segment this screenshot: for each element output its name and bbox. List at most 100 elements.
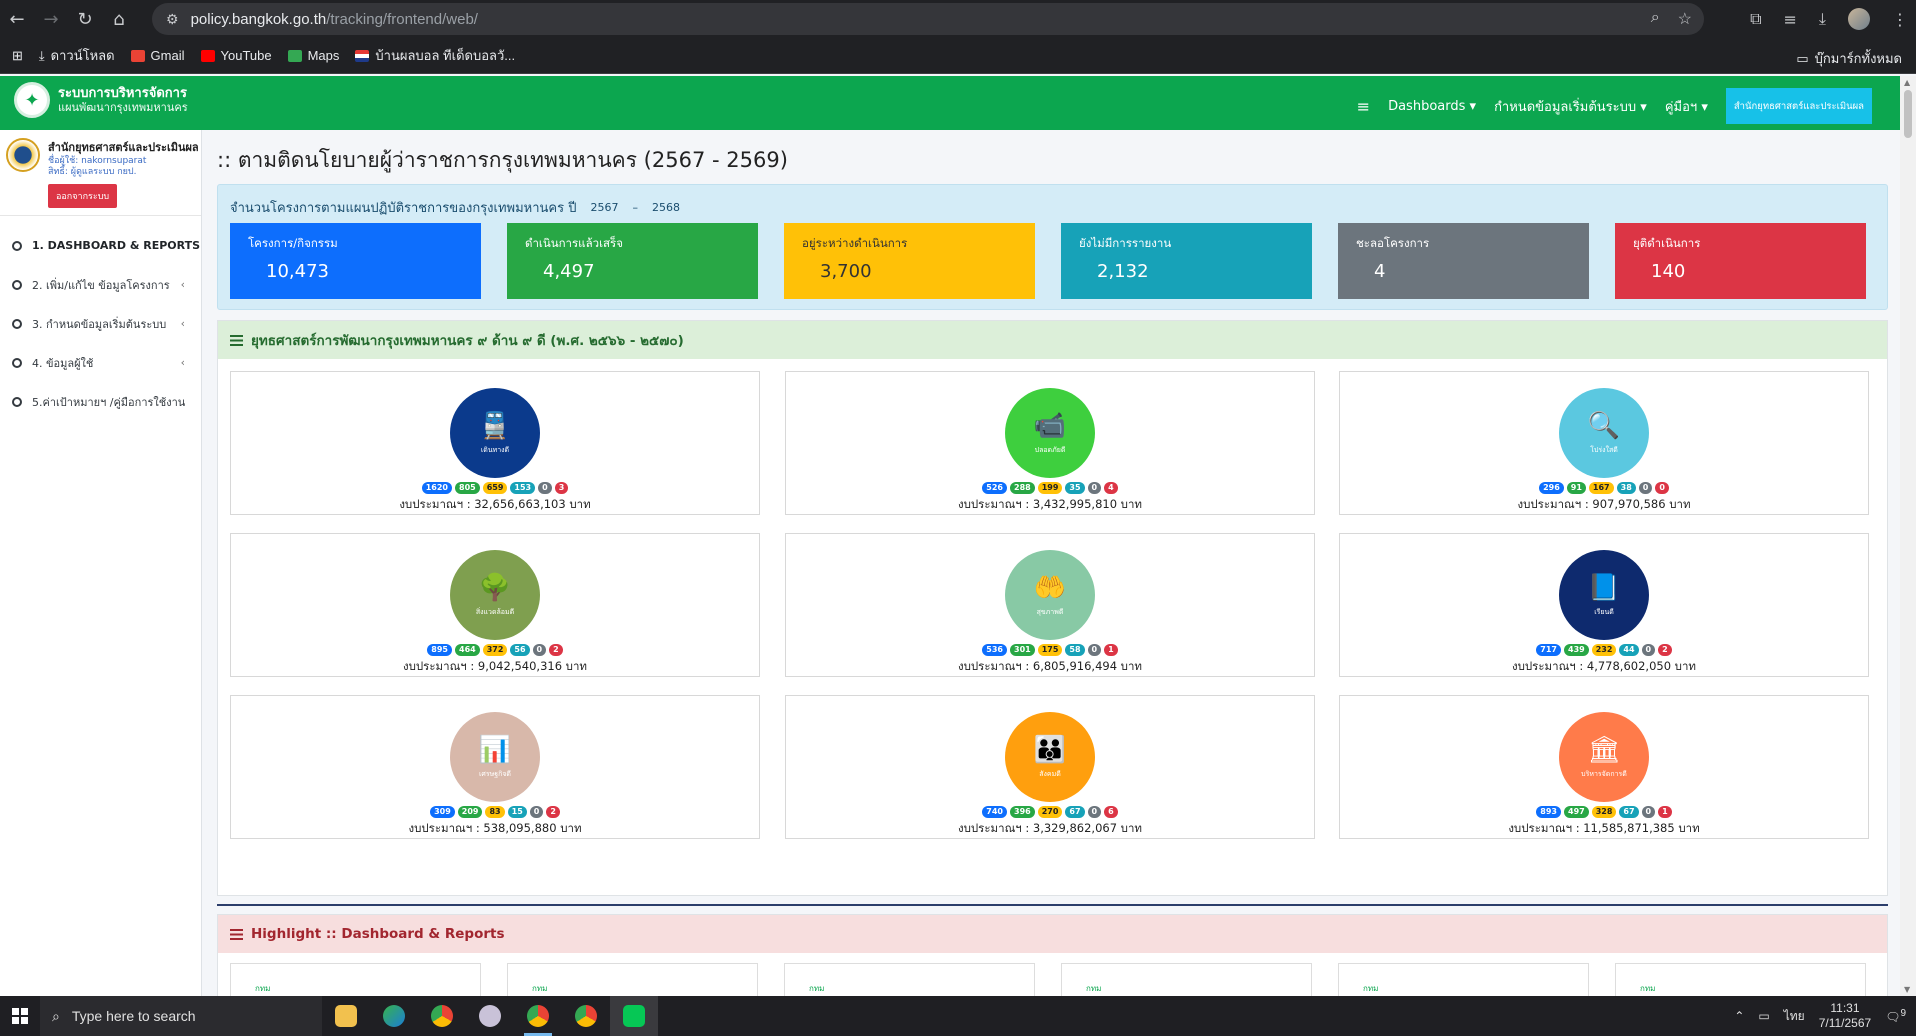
logout-button[interactable]: ออกจากระบบ	[48, 184, 118, 208]
app-icon[interactable]	[466, 996, 514, 1036]
strategy-tile[interactable]: 🌳 สิ่งแวดล้อมดี 895 464 372 56 0 2 งบประมาณฯ : 9…	[230, 533, 760, 677]
taskbar-search[interactable]: ⌕ Type here to search	[40, 996, 322, 1036]
sidebar-item-initial-settings[interactable]: 3. กำหนดข้อมูลเริ่มต้นระบบ ‹	[0, 304, 201, 343]
forward-icon[interactable]: →	[34, 2, 68, 36]
menu-kebab-icon[interactable]: ⋮	[1892, 10, 1908, 29]
status-badge: 372	[482, 644, 508, 656]
bookmark-maps[interactable]: Maps	[287, 48, 339, 63]
highlight-card[interactable]: กทม	[230, 963, 481, 996]
site-info-icon[interactable]: ⚙	[166, 11, 179, 28]
network-icon[interactable]: ▭	[1758, 1009, 1769, 1023]
status-badge: 44	[1619, 644, 1639, 656]
stat-card-total[interactable]: โครงการ/กิจกรรม 10,473	[230, 223, 481, 299]
people-icon: 👪	[1033, 734, 1067, 765]
divider	[217, 904, 1888, 906]
extensions-icon[interactable]: ⧉	[1750, 9, 1761, 29]
scroll-up-icon[interactable]: ▲	[1904, 78, 1910, 87]
strategy-caption: สุขภาพดี	[1036, 607, 1064, 616]
bookmark-football[interactable]: บ้านผลบอล ทีเด็ดบอลวั...	[355, 45, 515, 66]
sidebar-item-projects[interactable]: 2. เพิ่ม/แก้ไข ข้อมูลโครงการ ‹	[0, 265, 201, 304]
scroll-thumb[interactable]	[1904, 90, 1912, 138]
status-badge: 6	[1104, 806, 1118, 818]
nav-manual[interactable]: คู่มือฯ ▾	[1665, 96, 1708, 117]
stat-card-completed[interactable]: ดำเนินการแล้วเสร็จ 4,497	[507, 223, 758, 299]
strategy-tile[interactable]: 🔍 โปร่งใสดี 296 91 167 38 0 0 งบประมาณฯ : 907,97…	[1339, 371, 1869, 515]
download-icon[interactable]: ⤓	[1819, 9, 1826, 29]
sidebar-item-dashboard[interactable]: 1. DASHBOARD & REPORTS	[0, 226, 201, 265]
sidebar-item-targets[interactable]: 5.ค่าเป้าหมายฯ /คู่มือการใช้งาน	[0, 382, 201, 421]
strategy-tile[interactable]: 👪 สังคมดี 740 396 270 67 0 6 งบประมาณฯ : 3,329,8…	[785, 695, 1315, 839]
cctv-icon: 📹	[1033, 410, 1067, 441]
strategy-tile[interactable]: 📹 ปลอดภัยดี 526 288 199 35 0 4 งบประมาณฯ : 3,432…	[785, 371, 1315, 515]
reload-icon[interactable]: ↻	[68, 2, 102, 36]
nav-dashboards[interactable]: Dashboards ▾	[1388, 99, 1476, 114]
strategy-budget: งบประมาณฯ : 4,778,602,050 บาท	[1511, 659, 1697, 673]
status-badge: 659	[482, 482, 508, 494]
start-button[interactable]	[0, 996, 40, 1036]
strategy-circle[interactable]: 👪 สังคมดี	[1005, 712, 1095, 802]
chrome-icon[interactable]	[418, 996, 466, 1036]
media-icon[interactable]: ≡	[1784, 10, 1797, 29]
department-button[interactable]: สำนักยุทธศาสตร์และประเมินผล	[1725, 88, 1872, 124]
stat-card-in-progress[interactable]: อยู่ระหว่างดำเนินการ 3,700	[784, 223, 1035, 299]
highlight-card[interactable]: กทม	[784, 963, 1035, 996]
folder-icon: ▭	[1796, 50, 1809, 66]
strategy-tile[interactable]: 📘 เรียนดี 717 439 232 44 0 2 งบประมาณฯ : 4,778,6…	[1339, 533, 1869, 677]
status-badge: 175	[1037, 644, 1063, 656]
file-explorer-icon[interactable]	[322, 996, 370, 1036]
strategy-circle[interactable]: 🚆 เดินทางดี	[450, 388, 540, 478]
scroll-down-icon[interactable]: ▼	[1904, 985, 1910, 994]
strategy-circle[interactable]: 📹 ปลอดภัยดี	[1005, 388, 1095, 478]
year-to[interactable]: 2568	[652, 201, 680, 214]
address-bar[interactable]: ⚙ policy.bangkok.go.th/tracking/frontend…	[152, 3, 1704, 35]
brand[interactable]: ✦ ระบบการบริหารจัดการ แผนพัฒนากรุงเทพมหา…	[14, 82, 188, 118]
notification-icon[interactable]: 🗨9	[1885, 1008, 1906, 1024]
badge-row: 893 497 328 67 0 1	[1340, 806, 1868, 818]
brand-title: ระบบการบริหารจัดการ	[58, 86, 187, 101]
sidebar-item-users[interactable]: 4. ข้อมูลผู้ใช้ ‹	[0, 343, 201, 382]
year-from[interactable]: 2567	[591, 201, 619, 214]
strategy-tile[interactable]: 🏛 บริหารจัดการดี 893 497 328 67 0 1 งบประมาณฯ : …	[1339, 695, 1869, 839]
line-app-icon[interactable]	[610, 996, 658, 1036]
bookmark-downloads[interactable]: ⤓ ดาวน์โหลด	[39, 45, 115, 66]
highlight-card[interactable]: กทม	[1338, 963, 1589, 996]
bookmark-youtube[interactable]: YouTube	[200, 48, 272, 63]
home-icon[interactable]: ⌂	[102, 2, 136, 36]
input-language[interactable]: ไทย	[1784, 1007, 1805, 1026]
bookmark-gmail[interactable]: Gmail	[130, 48, 185, 63]
hamburger-icon[interactable]: ≡	[1357, 97, 1370, 116]
apps-grid-icon[interactable]: ⊞	[12, 48, 23, 64]
stat-card-not-reported[interactable]: ยังไม่มีการรายงาน 2,132	[1061, 223, 1312, 299]
train-icon: 🚆	[478, 410, 512, 441]
highlight-card[interactable]: กทม	[1061, 963, 1312, 996]
tray-chevron-icon[interactable]: ⌃	[1734, 1009, 1744, 1023]
strategy-circle[interactable]: 🏛 บริหารจัดการดี	[1559, 712, 1649, 802]
chrome-profile2-icon[interactable]	[562, 996, 610, 1036]
strategy-tile[interactable]: 📊 เศรษฐกิจดี 309 209 83 15 0 2 งบประมาณฯ : 538,0…	[230, 695, 760, 839]
page-scrollbar[interactable]: ▲ ▼	[1900, 76, 1916, 996]
chrome-profile-icon[interactable]	[514, 996, 562, 1036]
strategy-tile[interactable]: 🤲 สุขภาพดี 536 301 175 58 0 1 งบประมาณฯ : 6,805,…	[785, 533, 1315, 677]
user-role: สิทธิ์: ผู้ดูแลระบบ กยป.	[48, 167, 137, 177]
nav-initial-settings[interactable]: กำหนดข้อมูลเริ่มต้นระบบ ▾	[1494, 96, 1647, 117]
strategy-circle[interactable]: 📘 เรียนดี	[1559, 550, 1649, 640]
edge-icon[interactable]	[370, 996, 418, 1036]
highlight-card[interactable]: กทม	[507, 963, 758, 996]
all-bookmarks[interactable]: ▭ บุ๊กมาร์กทั้งหมด	[1796, 48, 1902, 69]
clock-time: 11:31	[1830, 1001, 1860, 1015]
bookmark-star-icon[interactable]: ☆	[1678, 9, 1692, 29]
clock[interactable]: 11:31 7/11/2567	[1819, 1001, 1872, 1031]
zoom-icon[interactable]: ⌕	[1651, 9, 1660, 29]
profile-avatar[interactable]	[1848, 8, 1870, 30]
strategy-circle[interactable]: 🤲 สุขภาพดี	[1005, 550, 1095, 640]
back-icon[interactable]: ←	[0, 2, 34, 36]
strategy-circle[interactable]: 📊 เศรษฐกิจดี	[450, 712, 540, 802]
year-separator: –	[632, 201, 639, 214]
stat-card-postponed[interactable]: ชะลอโครงการ 4	[1338, 223, 1589, 299]
strategy-caption: เศรษฐกิจดี	[479, 769, 511, 778]
strategy-circle[interactable]: 🔍 โปร่งใสดี	[1559, 388, 1649, 478]
stat-card-terminated[interactable]: ยุติดำเนินการ 140	[1615, 223, 1866, 299]
strategy-tile[interactable]: 🚆 เดินทางดี 1620 805 659 153 0 3 งบประมาณฯ : 32,…	[230, 371, 760, 515]
highlight-card[interactable]: กทม	[1615, 963, 1866, 996]
strategy-circle[interactable]: 🌳 สิ่งแวดล้อมดี	[450, 550, 540, 640]
